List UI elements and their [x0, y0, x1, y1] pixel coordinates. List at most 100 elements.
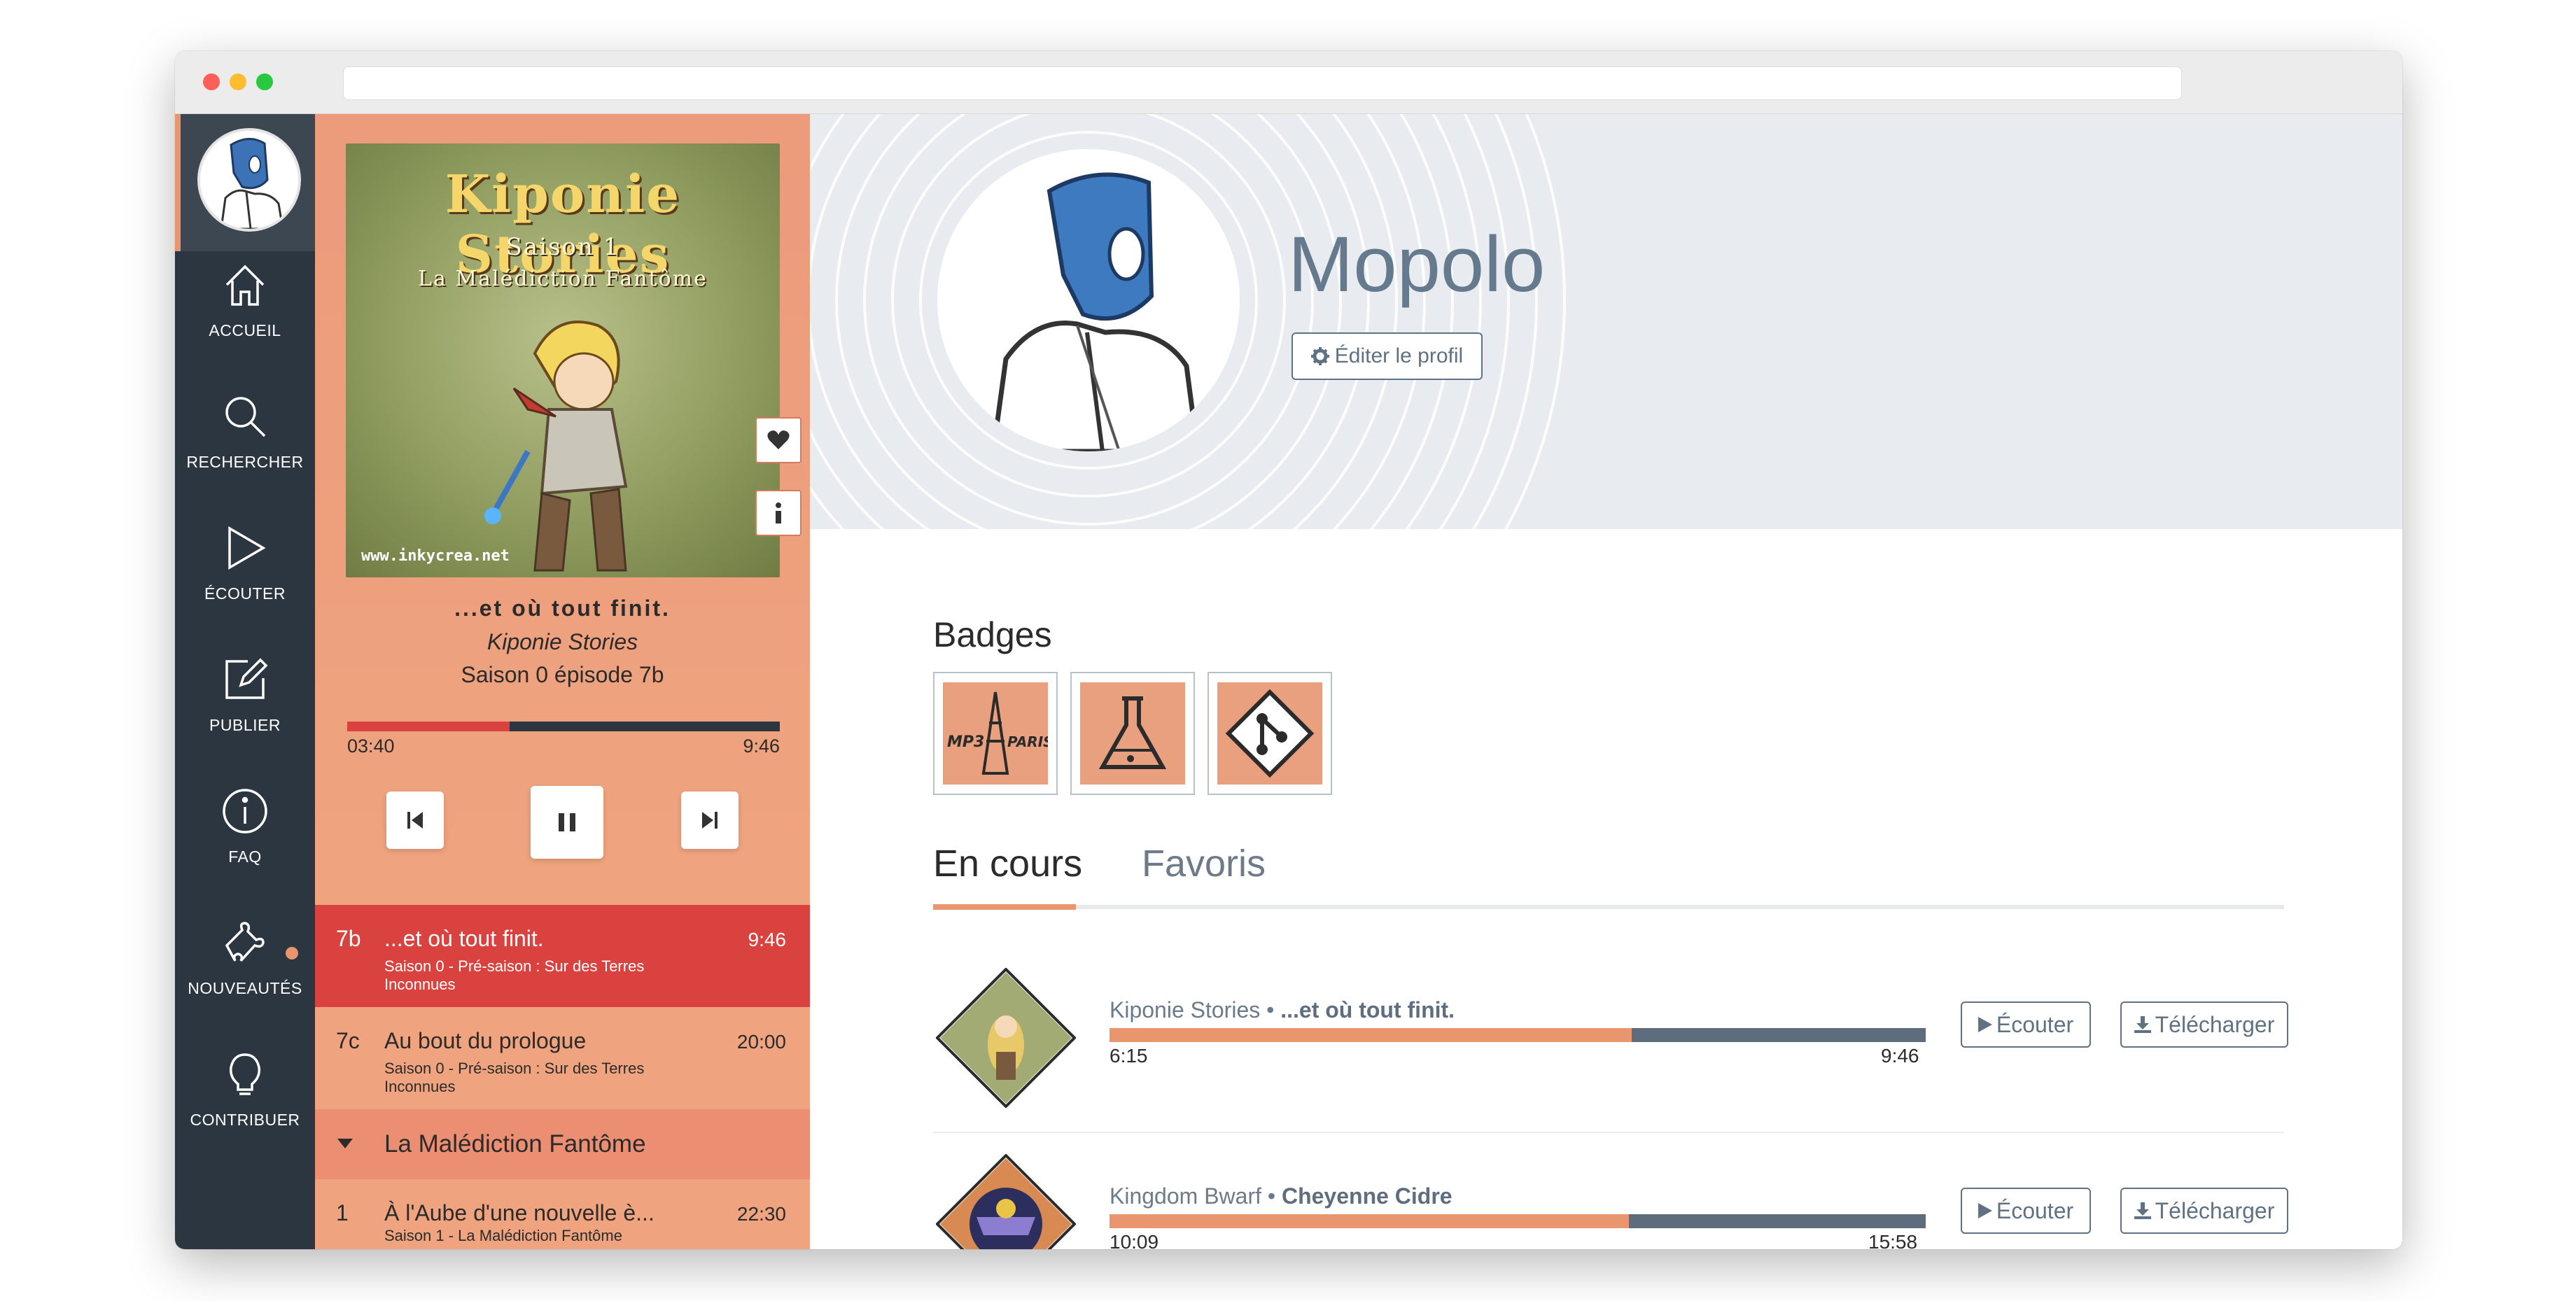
- info-icon: [223, 789, 267, 834]
- in-progress-fill: [1110, 1214, 1629, 1228]
- edit-profile-button[interactable]: Éditer le profil: [1292, 332, 1483, 380]
- in-progress-bar: [1110, 1214, 1926, 1228]
- elapsed-time: 03:40: [347, 736, 395, 757]
- git-icon: [1225, 689, 1315, 778]
- address-bar[interactable]: [343, 66, 2182, 100]
- cover-subtitle-2: La Malédiction Fantôme: [418, 267, 708, 291]
- in-progress-show[interactable]: Kingdom Bwarf: [1110, 1183, 1261, 1209]
- episode-season: Saison 0 - Pré-saison : Sur des Terres I…: [384, 957, 645, 993]
- download-icon: [2134, 1016, 2151, 1033]
- mp3-paris-badge[interactable]: MP3 PARIS: [933, 672, 1058, 795]
- episode-number: 7b: [336, 926, 361, 951]
- in-progress-total: 9:46: [1881, 1045, 1919, 1067]
- episode-duration: 20:00: [736, 1031, 786, 1053]
- tab-favoris[interactable]: Favoris: [1142, 842, 1266, 885]
- badge-text-left: MP3: [947, 733, 984, 751]
- sidebar-item-contribuer[interactable]: CONTRIBUER: [175, 1049, 315, 1181]
- in-progress-bar: [1110, 1028, 1926, 1042]
- caret-down-icon: [337, 1139, 353, 1148]
- previous-button[interactable]: [386, 792, 444, 849]
- track-show[interactable]: Kiponie Stories: [315, 629, 810, 655]
- in-progress-elapsed: 10:09: [1110, 1231, 1159, 1249]
- minimize-window-button[interactable]: [230, 73, 246, 90]
- pause-button[interactable]: [531, 786, 603, 859]
- play-icon: [228, 526, 266, 570]
- sidebar-item-label: RECHERCHER: [186, 453, 304, 471]
- sidebar-item-publier[interactable]: PUBLIER: [175, 654, 315, 786]
- profile-avatar: [937, 149, 1240, 451]
- playlist-item[interactable]: 1 À l'Aube d'une nouvelle è... Saison 1 …: [315, 1179, 810, 1249]
- skip-back-icon: [407, 812, 423, 829]
- in-progress-show[interactable]: Kiponie Stories: [1110, 997, 1260, 1022]
- in-progress-title[interactable]: Cheyenne Cidre: [1282, 1183, 1452, 1209]
- in-progress-row: Kingdom Bwarf • Cheyenne Cidre 10:09 15:…: [933, 1133, 2288, 1249]
- sidebar-item-nouveautes[interactable]: NOUVEAUTÉS: [175, 917, 315, 1049]
- close-window-button[interactable]: [203, 73, 220, 90]
- episode-duration: 9:46: [748, 929, 787, 950]
- maximize-window-button[interactable]: [256, 73, 273, 90]
- profile-username: Mopolo: [1288, 220, 1546, 308]
- season-header[interactable]: La Malédiction Fantôme: [315, 1109, 810, 1179]
- puzzle-icon: [225, 922, 265, 962]
- edit-icon: [225, 658, 268, 699]
- download-button[interactable]: Télécharger: [2120, 1001, 2288, 1048]
- bulb-icon: [229, 1053, 261, 1095]
- download-button[interactable]: Télécharger: [2120, 1188, 2288, 1234]
- player-progress-bar[interactable]: [347, 722, 780, 731]
- browser-titlebar: [175, 51, 2402, 114]
- info-button[interactable]: [755, 490, 802, 536]
- sidebar-item-label: CONTRIBUER: [190, 1111, 300, 1129]
- cover-url: www.inkycrea.net: [361, 547, 510, 565]
- in-progress-fill: [1110, 1028, 1632, 1042]
- kiponie-thumbnail[interactable]: [936, 968, 1076, 1108]
- eiffel-tower-icon: MP3 PARIS: [947, 691, 1048, 775]
- profile-hero: Mopolo Éditer le profil: [810, 114, 2402, 529]
- download-label: Télécharger: [2155, 1011, 2275, 1037]
- sidebar-item-accueil[interactable]: ACCUEIL: [175, 260, 315, 391]
- player-panel: Kiponie Stories Saison 1 La Malédiction …: [315, 114, 810, 1249]
- album-cover[interactable]: Kiponie Stories Saison 1 La Malédiction …: [346, 143, 780, 577]
- listen-label: Écouter: [1996, 1197, 2074, 1223]
- tabs-divider: [933, 905, 2284, 909]
- sidebar-item-faq[interactable]: FAQ: [175, 786, 315, 917]
- sidebar-item-rechercher[interactable]: RECHERCHER: [175, 391, 315, 523]
- total-time: 9:46: [743, 736, 780, 757]
- sidebar-avatar-box[interactable]: [175, 114, 315, 251]
- episode-title: À l'Aube d'une nouvelle è...: [384, 1200, 654, 1225]
- tab-active-indicator: [933, 904, 1076, 910]
- favorite-button[interactable]: [755, 417, 802, 463]
- in-progress-row: Kiponie Stories • ...et où tout finit. 6…: [933, 947, 2288, 1133]
- in-progress-meta: Kiponie Stories • ...et où tout finit.: [1110, 997, 1455, 1022]
- kingdom-bwarf-thumbnail[interactable]: [936, 1154, 1076, 1249]
- tab-en-cours[interactable]: En cours: [933, 842, 1082, 885]
- edit-profile-label: Éditer le profil: [1334, 344, 1464, 367]
- playlist-item[interactable]: 7c Au bout du prologue Saison 0 - Pré-sa…: [315, 1007, 810, 1109]
- flask-badge[interactable]: [1070, 672, 1195, 795]
- cover-subtitle: Saison 1: [505, 233, 620, 261]
- pause-icon: [559, 813, 575, 831]
- episode-season: Saison 0 - Pré-saison : Sur des Terres I…: [384, 1060, 645, 1095]
- sidebar-item-ecouter[interactable]: ÉCOUTER: [175, 523, 315, 654]
- sidebar-item-label: FAQ: [228, 848, 262, 866]
- episode-number: 1: [336, 1200, 349, 1225]
- episode-title: ...et où tout finit.: [384, 926, 544, 951]
- user-avatar[interactable]: [197, 128, 301, 232]
- episode-duration: 22:30: [736, 1203, 786, 1225]
- notification-dot: [286, 947, 298, 959]
- heart-icon: [767, 430, 790, 449]
- listen-button[interactable]: Écouter: [1961, 1188, 2091, 1234]
- skip-forward-icon: [702, 812, 718, 829]
- git-badge[interactable]: [1208, 672, 1332, 795]
- listen-button[interactable]: Écouter: [1961, 1001, 2091, 1048]
- playlist-item-active[interactable]: 7b ...et où tout finit. Saison 0 - Pré-s…: [315, 905, 810, 1007]
- episode-title: Au bout du prologue: [384, 1028, 587, 1053]
- player-progress-fill: [347, 722, 510, 731]
- episode-number: 7c: [336, 1028, 360, 1053]
- sidebar-item-label: ÉCOUTER: [204, 584, 286, 603]
- badge-text-right: PARIS: [1007, 733, 1048, 750]
- profile-main: Mopolo Éditer le profil Badges MP3 PARIS: [810, 114, 2402, 1249]
- in-progress-elapsed: 6:15: [1110, 1045, 1148, 1067]
- sidebar-item-label: ACCUEIL: [209, 321, 281, 339]
- next-button[interactable]: [681, 792, 738, 849]
- in-progress-title[interactable]: ...et où tout finit.: [1280, 997, 1455, 1022]
